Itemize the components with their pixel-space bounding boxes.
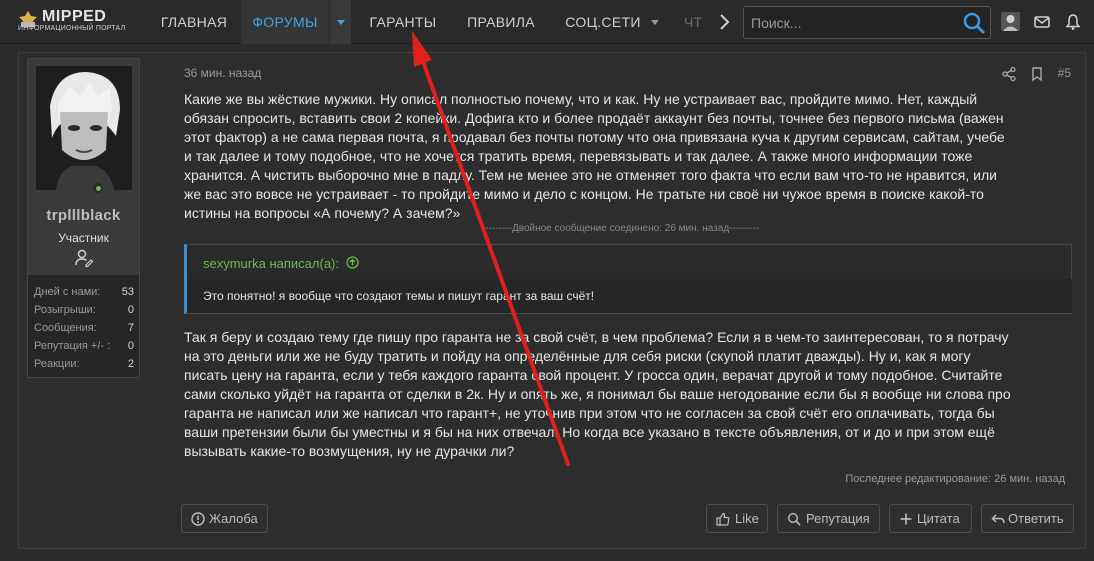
quote-block: sexymurka написал(а): Это понятно! я воо… (184, 244, 1072, 314)
text-line: истины на вопросы «А почему? А зачем?» (184, 205, 461, 221)
arrow-up-circle-icon (345, 256, 359, 269)
report-icon (191, 512, 205, 526)
like-button[interactable]: Like (706, 504, 768, 533)
search-icon[interactable] (962, 11, 986, 35)
text-line: писать цену на гаранта, если у тебя кажд… (184, 367, 1003, 383)
thumbs-up-icon (716, 512, 730, 526)
quote-text: Это понятно! я вообще что создают темы и… (203, 289, 595, 303)
text-line: вызывать какие-то возмущения, ну не дура… (184, 443, 515, 459)
user-card-header: trplllblack Участник (28, 59, 139, 275)
text-line: сами сколько уйдёт на гаранта от сделки … (184, 386, 1011, 402)
report-button[interactable]: Жалоба (181, 504, 268, 533)
text-line: гаранта не написал или же написал что га… (184, 405, 995, 421)
nav-forums[interactable]: ФОРУМЫ (241, 0, 329, 44)
nav-home[interactable]: ГЛАВНАЯ (148, 0, 240, 44)
post-number[interactable]: #5 (1058, 66, 1071, 80)
top-navigation-bar: MIPPED ИНФОРМАЦИОННЫЙ ПОРТАЛ ГЛАВНАЯ ФОР… (0, 0, 1094, 44)
reputation-label: Репутация (806, 511, 870, 526)
last-edited-note: Последнее редактирование: 26 мин. назад (845, 473, 1065, 485)
user-avatar-image-icon (36, 66, 132, 190)
text-line: Так я беру и создаю тему где пишу про га… (184, 329, 1009, 345)
stat-value: 7 (127, 322, 134, 334)
post-time[interactable]: 36 мин. назад (184, 66, 261, 80)
text-line: обязан спросить, вставить свои 2 копейки… (184, 110, 1004, 126)
quote-author: sexymurka написал(а): (203, 256, 339, 271)
share-icon[interactable] (1001, 66, 1017, 82)
nav-guarantors[interactable]: ГАРАНТЫ (357, 0, 449, 44)
messages-envelope-icon[interactable] (1033, 13, 1051, 31)
nav-rules[interactable]: ПРАВИЛА (455, 0, 547, 44)
merged-message-note: ---------Двойное сообщение соединено: 26… (482, 223, 760, 234)
stat-label: Розыгрыши: (34, 304, 96, 316)
text-line: на это деньги или же не буду тратить и п… (184, 348, 971, 364)
notifications-bell-icon[interactable] (1064, 13, 1082, 31)
site-logo[interactable]: MIPPED ИНФОРМАЦИОННЫЙ ПОРТАЛ (16, 8, 128, 34)
chevron-right-icon[interactable] (714, 12, 734, 32)
text-line: этот фактор) а не сама первая почта, я п… (184, 129, 1005, 145)
search-input[interactable] (744, 7, 954, 38)
forum-post: trplllblack Участник Дней с нами: 53 Розы… (18, 52, 1086, 549)
user-title: Участник (58, 231, 109, 245)
stat-row: Репутация +/- : 0 (34, 338, 134, 356)
like-label: Like (735, 511, 759, 526)
stat-row: Дней с нами: 53 (34, 284, 134, 302)
quote-body: Это понятно! я вообще что создают темы и… (187, 279, 1072, 313)
quote-author-link[interactable]: sexymurka написал(а): (203, 256, 359, 271)
quote-label: Цитата (917, 511, 960, 526)
stat-label: Дней с нами: (34, 286, 101, 298)
search-box (743, 6, 991, 39)
reply-button[interactable]: Ответить (981, 504, 1074, 533)
stat-value: 53 (121, 286, 134, 298)
stat-label: Реакции: (34, 358, 80, 370)
magnifier-icon (787, 512, 801, 526)
text-line: хранится. А чистить выборочно мне в падл… (184, 167, 997, 183)
account-avatar[interactable] (1001, 12, 1020, 31)
stat-row: Розыгрыши: 0 (34, 302, 134, 320)
stat-value: 0 (127, 304, 134, 316)
stat-row: Реакции: 2 (34, 356, 134, 374)
user-avatar[interactable] (36, 66, 132, 190)
avatar-image-icon (1001, 12, 1020, 31)
chevron-down-icon (337, 20, 345, 25)
logo-subtitle: ИНФОРМАЦИОННЫЙ ПОРТАЛ (18, 25, 126, 32)
user-name[interactable]: trplllblack (28, 207, 139, 224)
online-status-indicator (91, 181, 105, 195)
chevron-down-icon[interactable] (651, 20, 659, 25)
text-line: Какие же вы жёсткие мужики. Ну описал по… (184, 91, 978, 107)
user-stats: Дней с нами: 53 Розыгрыши: 0 Сообщения: 7 Р… (34, 284, 134, 374)
bookmark-icon[interactable] (1029, 66, 1045, 82)
post-paragraph-1: Какие же вы жёсткие мужики. Ну описал по… (184, 90, 1074, 223)
logo-name: MIPPED (42, 8, 107, 25)
plus-icon (900, 513, 912, 525)
report-label: Жалоба (209, 511, 258, 526)
text-line: же вас это вовсе не устраивает - то прой… (184, 186, 984, 202)
user-card: trplllblack Участник Дней с нами: 53 Розы… (27, 58, 140, 378)
reply-arrow-icon (991, 514, 1005, 524)
quote-button[interactable]: Цитата (889, 504, 972, 533)
text-line: ваши претензии были бы уместны и я бы на… (184, 424, 995, 440)
nav-more-clipped[interactable]: ЧТ (684, 0, 706, 44)
text-line: и так далее и тому подобное, что не хоче… (184, 148, 973, 164)
stat-row: Сообщения: 7 (34, 320, 134, 338)
stat-value: 2 (127, 358, 134, 370)
stat-value: 0 (127, 340, 134, 352)
user-edit-icon (75, 249, 94, 268)
stat-label: Сообщения: (34, 322, 97, 334)
reply-label: Ответить (1008, 511, 1064, 526)
nav-social[interactable]: СОЦ.СЕТИ (555, 0, 651, 44)
stat-label: Репутация +/- : (34, 340, 111, 352)
reputation-button[interactable]: Репутация (777, 504, 880, 533)
post-paragraph-2: Так я беру и создаю тему где пишу про га… (184, 328, 1074, 461)
nav-forums-dropdown[interactable] (329, 0, 351, 44)
